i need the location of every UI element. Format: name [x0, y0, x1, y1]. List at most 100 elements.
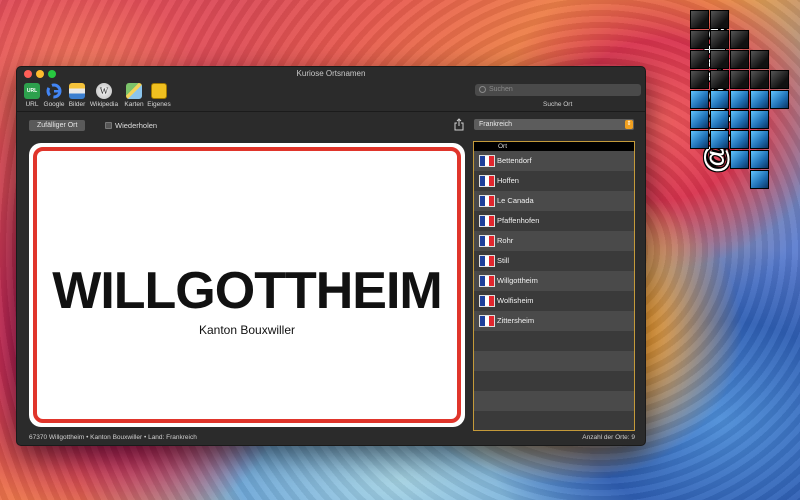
list-item-label: Still [497, 256, 510, 265]
logo-tile [690, 70, 709, 89]
places-list: Ort Bettendorf Hoffen Le Canada Pfaffenhofe… [473, 141, 635, 431]
list-item[interactable]: Pfaffenhofen [474, 211, 634, 231]
list-empty-row [474, 351, 634, 371]
toolbar-google-button[interactable]: Google [41, 83, 67, 108]
sign-place-name: WILLGOTTHEIM [52, 262, 442, 320]
images-icon [69, 83, 85, 99]
share-icon [454, 118, 464, 131]
logo-tile [730, 130, 749, 149]
france-flag-icon [480, 316, 495, 326]
logo-tile [710, 110, 729, 129]
list-item[interactable]: Le Canada [474, 191, 634, 211]
list-empty-row [474, 331, 634, 351]
logo-tile [730, 150, 749, 169]
toolbar-url-label: URL [25, 101, 39, 108]
list-empty-row [474, 391, 634, 411]
france-flag-icon [480, 256, 495, 266]
sign-canton: Kanton Bouxwiller [198, 323, 296, 337]
toolbar-maps-label: Karten [124, 101, 144, 108]
repeat-label: Wiederholen [115, 121, 158, 130]
list-item-label: Wolfisheim [497, 296, 534, 305]
title-bar: Kuriose Ortsnamen [17, 67, 645, 82]
list-item[interactable]: Hoffen [474, 171, 634, 191]
logo-tile [710, 10, 729, 29]
logo-tile [730, 70, 749, 89]
search-placeholder: Suchen [489, 86, 513, 93]
logo-tile [710, 130, 729, 149]
list-item[interactable]: Still [474, 251, 634, 271]
logo-tile [690, 50, 709, 69]
place-sign: WILLGOTTHEIM Kanton Bouxwiller [29, 143, 465, 427]
google-icon [46, 83, 62, 99]
chevron-updown-icon: ⇕ [625, 120, 633, 129]
toolbar-custom-label: Eigenes [147, 101, 171, 108]
toolbar: URL URL Google Bilder W Wikipedia Karten… [17, 82, 645, 110]
logo-tile [710, 70, 729, 89]
toolbar-maps-button[interactable]: Karten [123, 83, 145, 108]
list-item-label: Pfaffenhofen [497, 216, 540, 225]
checkbox-icon [105, 122, 112, 129]
logo-tile [750, 130, 769, 149]
repeat-checkbox[interactable]: Wiederholen [105, 121, 157, 130]
toolbar-images-button[interactable]: Bilder [67, 83, 87, 108]
france-flag-icon [480, 296, 495, 306]
france-flag-icon [480, 276, 495, 286]
logo-tile [730, 30, 749, 49]
logo-tile [730, 90, 749, 109]
search-label: Suche Ort [543, 101, 573, 108]
logo-tile [750, 50, 769, 69]
random-place-button[interactable]: Zufälliger Ort [29, 120, 86, 131]
country-select[interactable]: Frankreich ⇕ [474, 119, 634, 130]
list-item-label: Rohr [497, 236, 514, 245]
list-item[interactable]: Rohr [474, 231, 634, 251]
toolbar-custom-button[interactable]: Eigenes [147, 83, 171, 108]
search-input[interactable]: Suchen [475, 84, 641, 96]
logo-tile [710, 50, 729, 69]
logo-tile [690, 130, 709, 149]
france-flag-icon [480, 156, 495, 166]
logo-tile [730, 110, 749, 129]
france-flag-icon [480, 176, 495, 186]
logo-tile [750, 170, 769, 189]
status-bar: 67370 Willgottheim • Kanton Bouxwiller •… [17, 431, 645, 445]
list-item[interactable]: Wolfisheim [474, 291, 634, 311]
logo-tile [710, 90, 729, 109]
france-flag-icon [480, 196, 495, 206]
logo-tile [750, 110, 769, 129]
map-icon [126, 83, 142, 99]
apps4me-logo: @pps4Me [650, 10, 790, 190]
status-count: Anzahl der Orte: 9 [582, 434, 635, 441]
toolbar-url-button[interactable]: URL URL [21, 83, 43, 108]
logo-tile [690, 90, 709, 109]
toolbar-google-label: Google [43, 101, 65, 108]
list-item-label: Zittersheim [497, 316, 535, 325]
logo-tile [770, 90, 789, 109]
france-flag-icon [480, 236, 495, 246]
wikipedia-icon: W [96, 83, 112, 99]
toolbar-divider [17, 111, 645, 112]
list-item[interactable]: Bettendorf [474, 151, 634, 171]
toolbar-wikipedia-label: Wikipedia [89, 101, 119, 108]
list-item[interactable]: Zittersheim [474, 311, 634, 331]
list-item-label: Willgottheim [497, 276, 538, 285]
logo-tile [690, 10, 709, 29]
logo-tile [770, 70, 789, 89]
url-icon: URL [24, 83, 40, 99]
country-select-value: Frankreich [479, 121, 513, 128]
list-empty-row [474, 411, 634, 430]
logo-tile [750, 90, 769, 109]
list-header-ort[interactable]: Ort [474, 142, 634, 151]
france-flag-icon [480, 216, 495, 226]
list-empty-row [474, 371, 634, 391]
logo-tile [690, 110, 709, 129]
search-icon [479, 86, 486, 93]
share-button[interactable] [454, 118, 464, 131]
logo-tile [710, 30, 729, 49]
toolbar-wikipedia-button[interactable]: W Wikipedia [89, 83, 119, 108]
logo-tile [730, 50, 749, 69]
status-place-info: 67370 Willgottheim • Kanton Bouxwiller •… [29, 434, 197, 441]
list-item[interactable]: Willgottheim [474, 271, 634, 291]
logo-tile [750, 70, 769, 89]
custom-icon [151, 83, 167, 99]
logo-tile [690, 30, 709, 49]
